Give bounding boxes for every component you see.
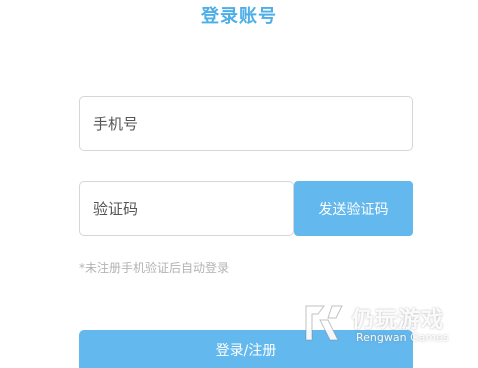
login-register-button[interactable]: 登录/注册 xyxy=(79,330,413,368)
auto-register-hint: *未注册手机验证后自动登录 xyxy=(79,261,230,275)
page-title: 登录账号 xyxy=(201,6,277,27)
send-code-button[interactable]: 发送验证码 xyxy=(294,181,413,236)
login-page: 登录账号 发送验证码 *未注册手机验证后自动登录 登录/注册 仍玩游戏 Reng… xyxy=(0,0,478,368)
phone-input[interactable] xyxy=(80,97,412,150)
phone-field[interactable] xyxy=(79,96,413,151)
verification-code-field[interactable] xyxy=(79,181,294,236)
verification-code-input[interactable] xyxy=(80,182,293,235)
